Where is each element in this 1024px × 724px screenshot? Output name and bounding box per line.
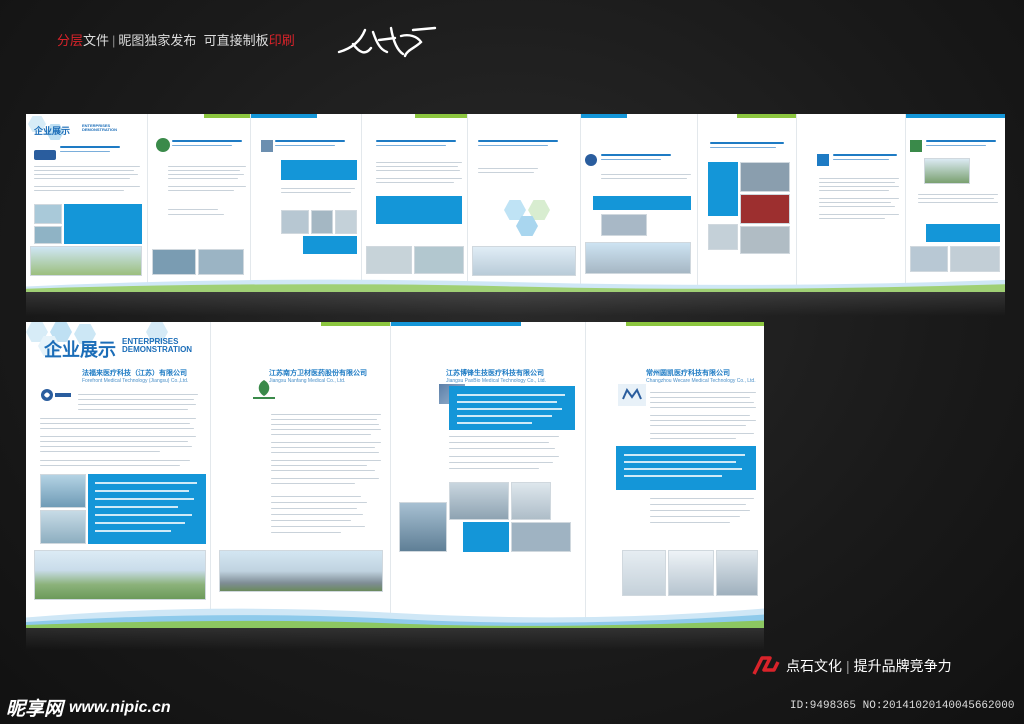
company-name-cn: 江苏博锋生技医疗科技有限公司: [446, 370, 544, 377]
bottom-panel-2: 江苏南方卫材医药股份有限公司 Jiangsu Nanfang Medical C…: [211, 322, 391, 628]
banner-separator: |: [112, 33, 116, 48]
top-header-cn: 企业展示: [34, 126, 71, 136]
banner-part1: 分层: [57, 33, 84, 48]
info-box: [281, 160, 357, 180]
top-panel-2: [148, 114, 251, 292]
brand-slogan: 提升品牌竞争力: [853, 658, 952, 674]
banner-part3: 昵图独家发布: [118, 33, 197, 48]
brochure-top-strip: 企业展示 ENTERPRISES DEMONSTRATION: [26, 114, 1005, 292]
photo: [740, 162, 790, 192]
photo: [910, 246, 948, 272]
photo-office: [622, 550, 666, 596]
info-box: [616, 446, 756, 490]
photo-office: [716, 550, 758, 596]
banner-part5: 印刷: [268, 33, 295, 48]
photo: [311, 210, 333, 234]
photo-equipment: [511, 482, 551, 520]
banner-part2: 文件: [83, 33, 110, 48]
bottom-panel-1: 企业展示 ENTERPRISES DEMONSTRATION 法福来医疗科技（江…: [26, 322, 211, 628]
photo: [740, 194, 790, 224]
info-box: [708, 162, 738, 216]
photo: [924, 158, 970, 184]
brand-logo-icon: [752, 656, 780, 675]
company-logo-icon: [261, 140, 273, 152]
company-logo-icon: [34, 150, 56, 160]
company-name-en: Forefront Medical Technology (Jiangsu) C…: [82, 378, 189, 384]
info-box: [926, 224, 1000, 242]
site-url: www.nipic.cn: [69, 698, 171, 716]
photo-factory: [219, 550, 383, 592]
photo: [34, 204, 62, 224]
site-logo: 昵享网 www.nipic.cn: [6, 694, 171, 721]
info-box: [88, 474, 206, 544]
photo-lab: [40, 474, 86, 508]
photo-machine: [399, 502, 447, 552]
company-name-cn: 常州圆凯医疗科技有限公司: [646, 370, 730, 377]
forefront-logo-icon: [41, 389, 71, 401]
photo-campus: [34, 550, 206, 600]
site-name: 昵享网: [6, 699, 64, 720]
image-id-text: ID:9498365 NO:20141020140045662000: [790, 700, 1015, 712]
top-panel-5: [468, 114, 581, 292]
company-logo-icon: [817, 154, 829, 166]
info-box: [593, 196, 691, 210]
info-box: [449, 386, 575, 430]
company-logo-icon: [156, 138, 170, 152]
photo: [950, 246, 1000, 272]
wave-decoration: [26, 608, 764, 628]
brochure-bottom-strip: 企业展示 ENTERPRISES DEMONSTRATION 法福来医疗科技（江…: [26, 322, 764, 628]
photo: [740, 226, 790, 254]
bottom-header-cn: 企业展示: [44, 340, 116, 360]
photo-equipment: [511, 522, 571, 552]
top-panel-8: [797, 114, 906, 292]
photo: [601, 214, 647, 236]
reflection: [26, 628, 764, 650]
info-box: [303, 236, 357, 254]
photo: [281, 210, 309, 234]
top-panel-9: [906, 114, 1005, 292]
top-panel-1: 企业展示 ENTERPRISES DEMONSTRATION: [26, 114, 148, 292]
company-name-cn: 法福来医疗科技（江苏）有限公司: [82, 370, 187, 377]
info-box: [64, 204, 142, 244]
photo-equipment: [449, 482, 509, 520]
brand-block: 点石文化 | 提升品牌竞争力: [752, 656, 952, 676]
photo: [34, 226, 62, 244]
top-panel-6: [581, 114, 698, 292]
photo-office: [668, 550, 714, 596]
top-panel-3: [251, 114, 362, 292]
wecare-logo-icon: [618, 384, 646, 406]
company-logo-icon: [585, 154, 597, 166]
banner-part4: 可直接制板: [203, 33, 269, 48]
bottom-panel-3: 江苏博锋生技医疗科技有限公司 Jiangsu PaxBio Medical Te…: [391, 322, 586, 628]
bottom-panel-4: 常州圆凯医疗科技有限公司 Changzhou Wecare Medical Te…: [586, 322, 764, 628]
company-name-en: Changzhou Wecare Medical Technology Co.,…: [646, 378, 756, 384]
company-name-en: Jiangsu PaxBio Medical Technology Co., L…: [446, 378, 546, 384]
company-name-cn: 江苏南方卫材医药股份有限公司: [269, 370, 367, 377]
signature-icon: [337, 26, 437, 58]
company-name-en: Jiangsu Nanfang Medical Co., Ltd.: [269, 378, 346, 384]
info-box: [376, 196, 462, 224]
wave-decoration: [26, 279, 1005, 292]
reflection: [26, 292, 1005, 316]
company-logo-icon: [910, 140, 922, 152]
brand-separator: |: [846, 658, 850, 674]
top-panel-7: [698, 114, 797, 292]
bottom-header-en: ENTERPRISES DEMONSTRATION: [122, 337, 193, 355]
info-box: [463, 522, 509, 552]
photo-lab: [40, 510, 86, 544]
photo: [335, 210, 357, 234]
brand-name: 点石文化: [786, 658, 842, 674]
top-header-en: ENTERPRISES DEMONSTRATION: [82, 123, 118, 133]
photo: [708, 224, 738, 250]
top-panel-4: [362, 114, 468, 292]
top-banner: 分层文件 | 昵图独家发布 可直接制板印刷: [57, 30, 295, 49]
